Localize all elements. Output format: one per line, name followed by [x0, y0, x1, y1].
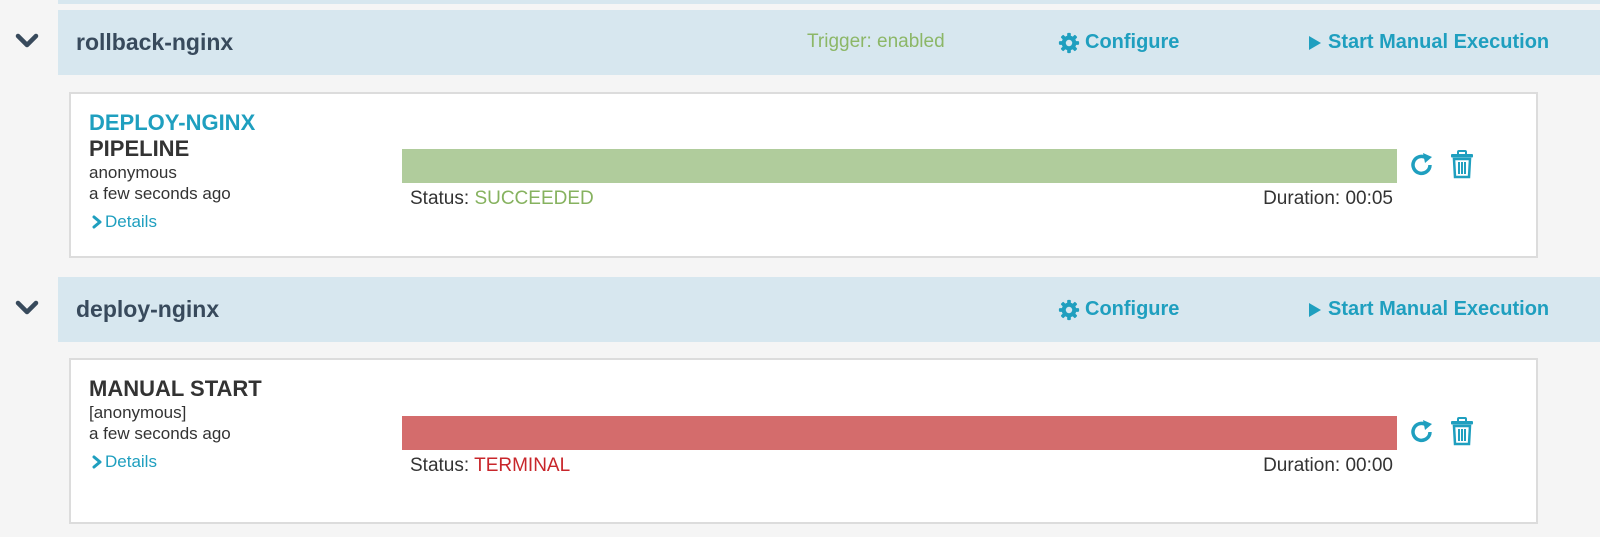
- execution-time: a few seconds ago: [89, 184, 231, 203]
- execution-duration: Duration: 00:05: [1263, 188, 1393, 209]
- refresh-icon[interactable]: [1407, 150, 1437, 180]
- previous-group-bottom: [58, 0, 1600, 4]
- execution-status: Status: TERMINAL: [410, 455, 570, 477]
- pipeline-group-header: rollback-nginx Trigger: enabled Configur…: [58, 10, 1600, 75]
- pipeline-title[interactable]: deploy-nginx: [76, 277, 219, 342]
- execution-trigger-link[interactable]: DEPLOY-NGINX: [89, 110, 389, 136]
- chevron-right-icon: [92, 455, 102, 469]
- execution-type: PIPELINE: [89, 136, 190, 161]
- configure-button[interactable]: Configure: [1058, 10, 1179, 75]
- trigger-status: Trigger: enabled: [807, 31, 945, 52]
- start-manual-execution-label: Start Manual Execution: [1328, 298, 1550, 320]
- details-toggle[interactable]: Details: [92, 212, 389, 232]
- configure-button[interactable]: Configure: [1058, 277, 1179, 342]
- execution-duration: Duration: 00:00: [1263, 455, 1393, 476]
- gear-icon: [1058, 32, 1080, 53]
- chevron-right-icon: [92, 215, 102, 229]
- execution-progress-bar-succeeded[interactable]: [402, 149, 1397, 183]
- refresh-icon[interactable]: [1407, 417, 1437, 447]
- status-label: Status:: [410, 455, 470, 476]
- details-label: Details: [105, 212, 157, 231]
- configure-label: Configure: [1085, 31, 1180, 53]
- execution-info: MANUAL START [anonymous] a few seconds a…: [89, 376, 389, 472]
- status-label: Status:: [410, 188, 470, 209]
- play-icon: [1309, 35, 1321, 50]
- trash-icon[interactable]: [1447, 149, 1477, 179]
- start-manual-execution-button[interactable]: Start Manual Execution: [1308, 10, 1549, 75]
- execution-card: MANUAL START [anonymous] a few seconds a…: [69, 358, 1538, 524]
- configure-label: Configure: [1085, 298, 1180, 320]
- start-manual-execution-label: Start Manual Execution: [1328, 31, 1550, 53]
- execution-type: MANUAL START: [89, 376, 262, 401]
- details-label: Details: [105, 452, 157, 471]
- execution-info: DEPLOY-NGINX PIPELINE anonymous a few se…: [89, 110, 389, 232]
- details-toggle[interactable]: Details: [92, 452, 389, 472]
- status-value: SUCCEEDED: [474, 188, 594, 209]
- chevron-down-icon[interactable]: [14, 28, 40, 54]
- execution-status: Status: SUCCEEDED: [410, 188, 594, 210]
- execution-user: [anonymous]: [89, 403, 187, 422]
- execution-user: anonymous: [89, 163, 177, 182]
- pipeline-title[interactable]: rollback-nginx: [76, 10, 233, 75]
- gear-icon: [1058, 299, 1080, 320]
- chevron-down-icon[interactable]: [14, 295, 40, 321]
- trash-icon[interactable]: [1447, 416, 1477, 446]
- execution-card: DEPLOY-NGINX PIPELINE anonymous a few se…: [69, 92, 1538, 258]
- start-manual-execution-button[interactable]: Start Manual Execution: [1308, 277, 1549, 342]
- play-icon: [1309, 302, 1321, 317]
- execution-progress-bar-terminal[interactable]: [402, 416, 1397, 450]
- execution-time: a few seconds ago: [89, 424, 231, 443]
- status-value: TERMINAL: [474, 455, 571, 476]
- pipeline-group-header: deploy-nginx Configure Start Manual Exec…: [58, 277, 1600, 342]
